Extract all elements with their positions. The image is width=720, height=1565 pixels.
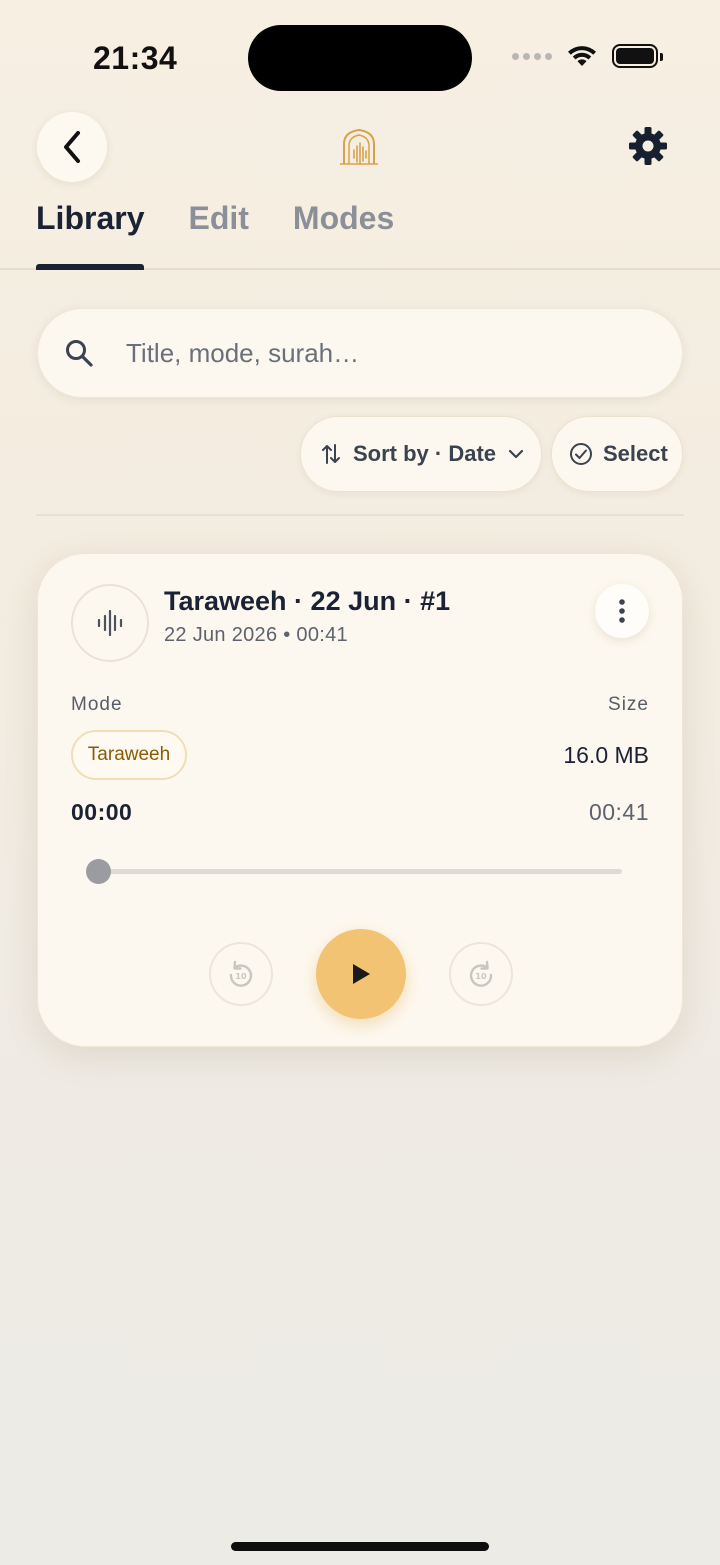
sort-arrows-icon	[322, 444, 340, 464]
chevron-left-icon	[64, 131, 80, 163]
tab-library[interactable]: Library	[36, 200, 144, 270]
search-input[interactable]	[126, 337, 646, 369]
scrubber-thumb[interactable]	[86, 859, 111, 884]
search-bar[interactable]	[37, 308, 683, 398]
select-label: Select	[603, 441, 668, 466]
cellular-signal-icon	[512, 52, 552, 60]
recording-title: Taraweeh · 22 Jun · #1	[164, 586, 451, 616]
status-bar: 21:34	[0, 0, 720, 110]
select-button[interactable]: Select	[551, 416, 683, 492]
gear-icon	[629, 127, 667, 165]
status-time: 21:34	[93, 40, 178, 76]
rewind-10-icon: 10	[229, 960, 253, 987]
forward-10-icon: 10	[469, 960, 493, 987]
skip-back-button[interactable]: 10	[209, 942, 273, 1006]
recording-avatar	[71, 584, 149, 662]
size-value: 16.0 MB	[563, 742, 649, 768]
tab-edit[interactable]: Edit	[188, 200, 248, 270]
playback-scrubber[interactable]	[98, 869, 622, 874]
home-indicator	[231, 1542, 489, 1551]
battery-icon	[612, 44, 663, 68]
skip-back-seconds: 10	[235, 972, 247, 981]
sort-label: Sort by · Date	[353, 441, 497, 466]
size-label: Size	[608, 694, 649, 715]
play-icon	[353, 964, 370, 984]
mode-chip: Taraweeh	[71, 730, 187, 780]
total-duration: 00:41	[588, 799, 649, 825]
check-circle-icon	[570, 443, 592, 465]
back-button[interactable]	[37, 112, 107, 182]
wifi-icon	[568, 46, 596, 66]
skip-forward-button[interactable]: 10	[449, 942, 513, 1006]
dynamic-island	[248, 25, 472, 91]
tab-modes[interactable]: Modes	[293, 200, 394, 270]
tab-bar: Library Edit Modes	[36, 200, 394, 270]
current-time: 00:00	[71, 799, 133, 825]
audio-waveform-icon	[97, 609, 123, 637]
section-divider	[36, 514, 684, 516]
play-button[interactable]	[316, 929, 406, 1019]
recording-card[interactable]: Taraweeh · 22 Jun · #1 22 Jun 2026 • 00:…	[37, 553, 683, 1047]
more-vertical-icon	[619, 599, 625, 623]
skip-forward-seconds: 10	[475, 972, 487, 981]
recording-date-duration: 22 Jun 2026 • 00:41	[164, 624, 348, 646]
sort-button[interactable]: Sort by · Date	[300, 416, 542, 492]
active-tab-indicator	[36, 264, 144, 270]
chevron-down-icon	[508, 449, 524, 459]
status-indicators	[512, 44, 663, 68]
mode-label: Mode	[71, 694, 123, 715]
settings-button[interactable]	[624, 122, 672, 170]
mosque-arch-logo	[340, 128, 378, 165]
more-options-button[interactable]	[595, 584, 649, 638]
search-icon	[62, 336, 96, 370]
